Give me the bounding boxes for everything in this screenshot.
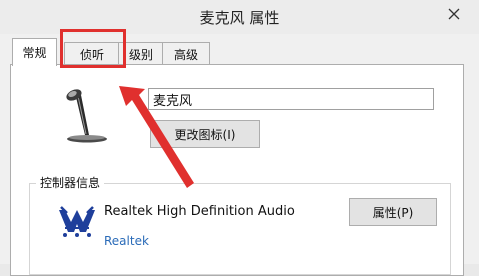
tab-label: 高级: [173, 47, 198, 62]
close-icon: [448, 8, 460, 20]
controller-info-label: 控制器信息: [36, 174, 105, 191]
tab-label: 常规: [22, 46, 47, 60]
tab-listen[interactable]: 侦听: [64, 42, 120, 65]
controller-vendor-link[interactable]: Realtek: [104, 234, 149, 248]
change-icon-button[interactable]: 更改图标(I): [150, 120, 260, 148]
microphone-icon: [66, 89, 107, 143]
tab-label: 级别: [128, 47, 153, 62]
properties-button[interactable]: 属性(P): [349, 198, 437, 226]
tab-label: 侦听: [79, 47, 104, 62]
realtek-logo-icon: [59, 206, 95, 237]
tab-strip: 常规 侦听 级别 高级: [0, 38, 479, 66]
controller-name: Realtek High Definition Audio: [104, 204, 295, 219]
device-name-field[interactable]: 麦克风: [148, 88, 434, 110]
properties-dialog: 麦克风 属性 常规 侦听 级别 高级 麦克风 更改图标(I) 控制器信息 Rea…: [0, 0, 479, 276]
title-bar[interactable]: 麦克风 属性: [0, 0, 479, 34]
window-title: 麦克风 属性: [199, 9, 280, 27]
close-button[interactable]: [441, 0, 467, 28]
tab-general[interactable]: 常规: [12, 38, 57, 66]
tab-levels[interactable]: 级别: [118, 42, 164, 65]
tab-advanced[interactable]: 高级: [162, 42, 210, 65]
